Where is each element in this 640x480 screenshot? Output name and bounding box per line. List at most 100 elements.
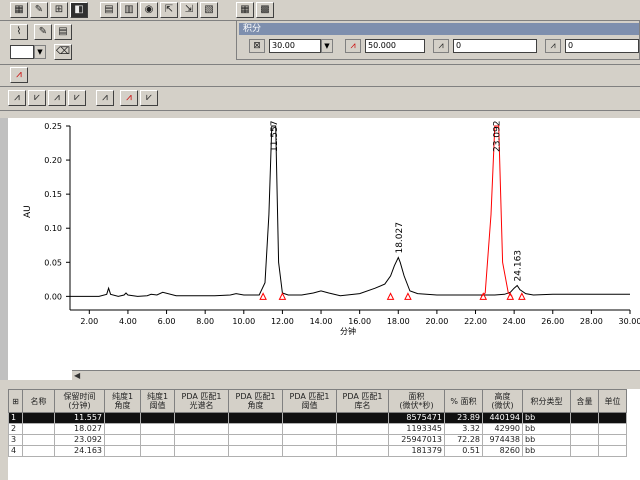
table-header-8[interactable]: 面积 (微伏*秒) [388, 389, 445, 413]
peak-label-0: 11.557 [270, 121, 280, 153]
table-cell: 42990 [482, 423, 523, 435]
threshold-field[interactable]: 50.000 [365, 39, 425, 53]
table-cell [174, 445, 229, 457]
table-cell [140, 423, 175, 435]
peak-tool-7-icon[interactable]: ⩗ [140, 90, 158, 106]
table-cell [104, 412, 141, 424]
horizontal-scrollbar[interactable]: ◀ [72, 370, 640, 382]
threshold-icon[interactable]: ⩘ [345, 39, 361, 53]
table-cell [570, 412, 599, 424]
table-cell [570, 445, 599, 457]
toolbar-divider-4 [0, 110, 640, 111]
table-cell [228, 445, 283, 457]
baseline-marker-2 [386, 292, 395, 300]
toolbar-icon-11[interactable]: ▦ [236, 2, 254, 18]
table-cell: bb [522, 445, 571, 457]
toolbar-icon-2[interactable]: ✎ [30, 2, 48, 18]
table-cell: 0.51 [444, 445, 483, 457]
table-cell [598, 423, 627, 435]
table-cell [22, 445, 55, 457]
table-cell [282, 445, 337, 457]
y-tick-label-0: 0.00 [44, 292, 62, 301]
table-cell [174, 423, 229, 435]
table-header-7[interactable]: PDA 匹配1 库名 [336, 389, 389, 413]
peak-tool-3-icon[interactable]: ⩘ [48, 90, 66, 106]
toolbar-icon-4[interactable]: ◧ [70, 2, 88, 18]
peak-tool-1-icon[interactable]: ⩘ [8, 90, 26, 106]
table-cell [22, 434, 55, 446]
table-cell: 8260 [482, 445, 523, 457]
peak-tool-2-icon[interactable]: ⩗ [28, 90, 46, 106]
toolbar-icon-7[interactable]: ◉ [140, 2, 158, 18]
toolbar-icon-9[interactable]: ⇲ [180, 2, 198, 18]
table-header-10[interactable]: 高度 (微伏) [482, 389, 523, 413]
x-tick-label-0: 2.00 [80, 317, 98, 326]
table-header-11[interactable]: 积分类型 [522, 389, 571, 413]
table-header-5[interactable]: PDA 匹配1 角度 [228, 389, 283, 413]
toolbar-icon-5[interactable]: ▤ [100, 2, 118, 18]
table-header-9[interactable]: % 面积 [444, 389, 483, 413]
toolbar-icon-1[interactable]: ▦ [10, 2, 28, 18]
left-scrollbar[interactable] [0, 118, 8, 380]
table-header-13[interactable]: 单位 [598, 389, 627, 413]
width-dropdown[interactable]: ▼ [321, 39, 333, 53]
small-select-dropdown[interactable]: ▼ [34, 45, 46, 59]
x-tick-label-13: 28.00 [580, 317, 603, 326]
app-window: ▦ ✎ ⊞ ◧ ▤ ▥ ◉ ⇱ ⇲ ▧ ▦ ▩ ⌇ ✎ ▤ ▼ ⌫ ⩘ ⩘ ⩗ … [0, 0, 640, 480]
baseline-marker-0 [259, 292, 267, 300]
table-row[interactable]: 2 18.027 1193345 3.32 42990 bb [8, 423, 627, 435]
table-cell: 3 [8, 434, 23, 446]
table-header-6[interactable]: PDA 匹配1 阈值 [282, 389, 337, 413]
toolbar-icon-3[interactable]: ⊞ [50, 2, 68, 18]
chart-icon[interactable]: ⩘ [10, 67, 28, 83]
table-header-0[interactable]: 名称 [22, 389, 55, 413]
integrate-icon[interactable]: ⌇ [10, 24, 28, 40]
table-row[interactable]: 1 11.557 8575471 23.89 440194 bb [8, 412, 627, 424]
y-axis-label: AU [23, 205, 33, 218]
toolbar-icon-8[interactable]: ⇱ [160, 2, 178, 18]
table-header-12[interactable]: 含量 [570, 389, 599, 413]
width-field[interactable]: 30.00 [269, 39, 321, 53]
table-cell: bb [522, 434, 571, 446]
table-cell: 18.027 [54, 423, 105, 435]
edit-icon[interactable]: ✎ [34, 24, 52, 40]
table-cell [228, 412, 283, 424]
x-tick-label-8: 18.00 [387, 317, 410, 326]
table-row[interactable]: 4 24.163 181379 0.51 8260 bb [8, 445, 627, 457]
width-icon[interactable]: ⊠ [249, 39, 265, 53]
table-grid-icon: ⊞ [12, 396, 19, 406]
baseline-marker-5 [506, 292, 515, 300]
toolbar-icon-12[interactable]: ▩ [256, 2, 274, 18]
table-cell [336, 445, 389, 457]
x-tick-label-5: 12.00 [271, 317, 294, 326]
table-cell: 1193345 [388, 423, 445, 435]
table-header-3[interactable]: 纯度1 阈值 [140, 389, 175, 413]
table-cell: 1 [8, 412, 23, 424]
table-header-4[interactable]: PDA 匹配1 光谱名 [174, 389, 229, 413]
min-area-field[interactable]: 0 [453, 39, 537, 53]
y-tick-label-5: 0.25 [44, 122, 62, 131]
table-cell: 23.89 [444, 412, 483, 424]
table-cell: 181379 [388, 445, 445, 457]
scroll-left-arrow-icon[interactable]: ◀ [74, 371, 80, 380]
min-height-icon[interactable]: ⩘ [545, 39, 561, 53]
table-row[interactable]: 3 23.092 25947013 72.28 974438 bb [8, 434, 627, 446]
baseline-marker-3 [404, 292, 412, 300]
chromatogram-plot: 0.00 0.05 0.10 0.15 0.20 0.25 2.00 4.00 6.00 8.00… [23, 121, 640, 337]
table-header-1[interactable]: 保留时间 (分钟) [54, 389, 105, 413]
x-tick-label-2: 6.00 [158, 317, 176, 326]
report-icon[interactable]: ▤ [54, 24, 72, 40]
x-tick-label-9: 20.00 [425, 317, 448, 326]
peak-tool-4-icon[interactable]: ⩗ [68, 90, 86, 106]
small-select[interactable] [10, 45, 34, 59]
peak-tool-6-icon[interactable]: ⩘ [120, 90, 138, 106]
peak-tool-5-icon[interactable]: ⩘ [96, 90, 114, 106]
peak-label-3: 24.163 [513, 250, 523, 282]
min-height-field[interactable]: 0 [565, 39, 639, 53]
toolbar-icon-10[interactable]: ▧ [200, 2, 218, 18]
table-header-2[interactable]: 纯度1 角度 [104, 389, 141, 413]
min-area-icon[interactable]: ⩘ [433, 39, 449, 53]
eraser-icon[interactable]: ⌫ [54, 44, 72, 60]
table-cell: 8575471 [388, 412, 445, 424]
toolbar-icon-6[interactable]: ▥ [120, 2, 138, 18]
